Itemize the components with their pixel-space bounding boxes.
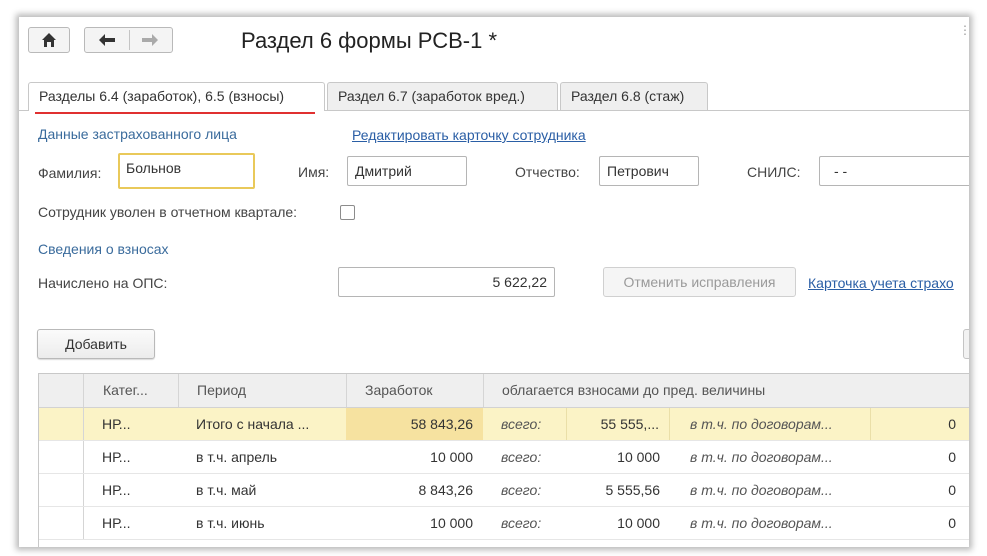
contributions-section-title: Сведения о взносах <box>38 241 169 257</box>
earnings-cell[interactable]: 8 843,26 <box>346 474 483 506</box>
period-cell: в т.ч. апрель <box>196 449 278 465</box>
name-field[interactable]: Дмитрий <box>347 156 467 186</box>
period-cell: в т.ч. май <box>196 482 257 498</box>
more-menu-icon[interactable]: ⋮ <box>959 23 969 37</box>
tab-sections-6-4-6-5[interactable]: Разделы 6.4 (заработок), 6.5 (взносы) <box>28 82 325 111</box>
insured-section-title: Данные застрахованного лица <box>38 126 237 142</box>
category-cell: НР... <box>102 482 131 498</box>
total-cell[interactable]: 10 000 <box>566 507 670 539</box>
category-cell: НР... <box>102 416 131 432</box>
patronymic-label: Отчество: <box>515 164 580 180</box>
back-button[interactable] <box>85 28 129 52</box>
table-row[interactable]: НР... в т.ч. апрель 10 000 всего: 10 000… <box>39 441 969 474</box>
surname-label: Фамилия: <box>38 165 102 181</box>
snils-field[interactable]: - - <box>819 156 969 186</box>
period-cell: Итого с начала ... <box>196 416 310 432</box>
snils-label: СНИЛС: <box>747 164 801 180</box>
contracts-cell[interactable]: 0 <box>870 441 966 473</box>
table-row[interactable]: НР... в т.ч. июнь 10 000 всего: 10 000 в… <box>39 507 969 540</box>
total-cell[interactable]: 10 000 <box>566 441 670 473</box>
contracts-label-cell: в т.ч. по договорам... <box>690 416 833 432</box>
form-window: Раздел 6 формы РСВ-1 * ⋮ Разделы 6.4 (за… <box>19 17 969 547</box>
earnings-table: Катег... Период Заработок облагается взн… <box>38 373 969 547</box>
table-row[interactable]: НР... Итого с начала ... 58 843,26 всего… <box>39 408 969 441</box>
category-cell: НР... <box>102 449 131 465</box>
arrow-left-icon <box>99 34 115 46</box>
active-tab-underline <box>35 112 315 114</box>
contracts-label-cell: в т.ч. по договорам... <box>690 449 833 465</box>
row-marker <box>39 507 84 539</box>
contracts-cell[interactable]: 0 <box>870 474 966 506</box>
edit-employee-card-link[interactable]: Редактировать карточку сотрудника <box>352 127 586 143</box>
row-marker <box>39 474 84 506</box>
total-label-cell: всего: <box>501 416 542 432</box>
contracts-cell[interactable]: 0 <box>870 507 966 539</box>
row-marker <box>39 441 84 473</box>
column-category[interactable]: Катег... <box>83 374 178 407</box>
dismissed-checkbox[interactable] <box>340 205 355 220</box>
history-buttons <box>84 27 173 53</box>
column-period[interactable]: Период <box>178 374 346 407</box>
period-cell: в т.ч. июнь <box>196 515 265 531</box>
total-cell[interactable]: 5 555,56 <box>566 474 670 506</box>
column-taxable-limit[interactable]: облагается взносами до пред. величины <box>483 374 969 407</box>
name-label: Имя: <box>298 164 330 180</box>
table-row[interactable]: НР... в т.ч. май 8 843,26 всего: 5 555,5… <box>39 474 969 507</box>
tab-section-6-7[interactable]: Раздел 6.7 (заработок вред.) <box>327 82 558 110</box>
contracts-label-cell: в т.ч. по договорам... <box>690 515 833 531</box>
dismissed-label: Сотрудник уволен в отчетном квартале: <box>38 204 298 220</box>
column-earnings[interactable]: Заработок <box>346 374 483 407</box>
table-menu-button[interactable] <box>963 329 969 359</box>
category-cell: НР... <box>102 515 131 531</box>
earnings-cell[interactable]: 10 000 <box>346 507 483 539</box>
insurance-card-link[interactable]: Карточка учета страхо <box>808 275 954 291</box>
forward-button[interactable] <box>130 28 172 52</box>
ops-accrued-field[interactable]: 5 622,22 <box>338 267 555 297</box>
tab-section-6-8[interactable]: Раздел 6.8 (стаж) <box>560 82 708 110</box>
page-title: Раздел 6 формы РСВ-1 * <box>241 28 498 53</box>
row-marker <box>39 408 84 440</box>
home-icon <box>42 33 56 47</box>
ops-label: Начислено на ОПС: <box>38 275 168 291</box>
home-button[interactable] <box>28 27 70 53</box>
arrow-right-icon <box>142 34 158 46</box>
contracts-cell[interactable]: 0 <box>870 408 966 440</box>
total-cell[interactable]: 55 555,... <box>566 408 670 440</box>
total-label-cell: всего: <box>501 482 542 498</box>
earnings-cell[interactable]: 10 000 <box>346 441 483 473</box>
total-label-cell: всего: <box>501 449 542 465</box>
add-button[interactable]: Добавить <box>37 329 155 359</box>
cancel-corrections-button[interactable]: Отменить исправления <box>603 267 796 297</box>
earnings-cell[interactable]: 58 843,26 <box>346 408 483 440</box>
surname-field[interactable]: Больнов <box>118 153 255 189</box>
contracts-label-cell: в т.ч. по договорам... <box>690 482 833 498</box>
total-label-cell: всего: <box>501 515 542 531</box>
patronymic-field[interactable]: Петрович <box>599 156 699 186</box>
table-header: Катег... Период Заработок облагается взн… <box>39 374 969 408</box>
